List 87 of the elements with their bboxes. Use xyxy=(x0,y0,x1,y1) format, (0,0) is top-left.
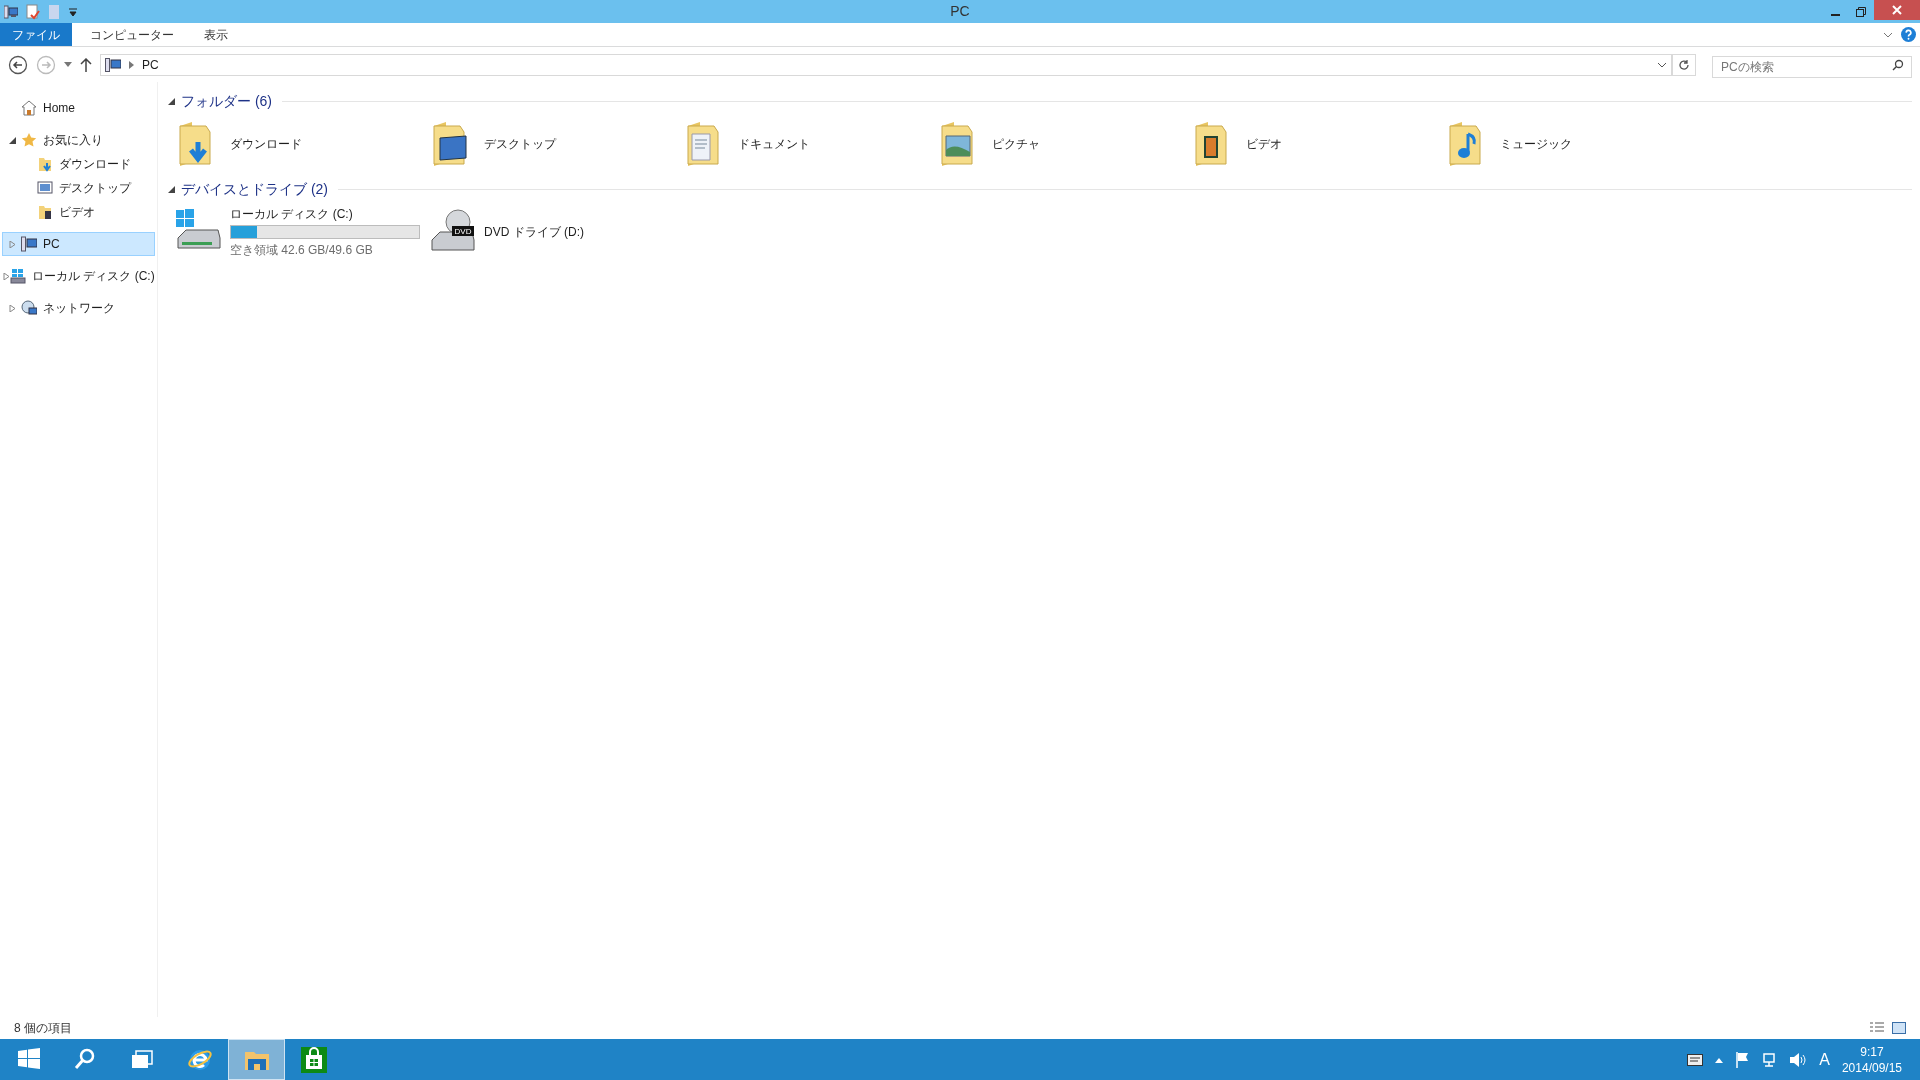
folder-label: ダウンロード xyxy=(230,136,302,153)
refresh-button[interactable] xyxy=(1672,53,1696,76)
folder-icon xyxy=(37,204,53,220)
group-header[interactable]: フォルダー (6) xyxy=(181,90,272,112)
help-icon[interactable] xyxy=(1901,27,1916,42)
ribbon-tab[interactable]: コンピューター xyxy=(78,23,186,46)
nav-label: お気に入り xyxy=(43,132,103,149)
close-icon xyxy=(1892,5,1902,15)
expand-icon[interactable] xyxy=(8,304,16,312)
item-tile[interactable]: ローカル ディスク (C:) 空き領域 42.6 GB/49.6 GB xyxy=(168,204,422,260)
history-dropdown-icon[interactable] xyxy=(1657,60,1667,69)
group-header[interactable]: デバイスとドライブ (2) xyxy=(181,178,328,200)
nav-label: ビデオ xyxy=(59,204,95,221)
item-count: 8 個の項目 xyxy=(14,1020,72,1037)
free-space-label: 空き領域 42.6 GB/49.6 GB xyxy=(230,242,374,259)
globe-icon xyxy=(21,300,37,316)
nav-label: Home xyxy=(43,100,75,117)
chevron-up-icon[interactable] xyxy=(1715,1056,1724,1063)
back-icon[interactable] xyxy=(8,54,28,75)
clock[interactable]: 9:17 2014/09/15 xyxy=(1841,1043,1902,1076)
nav-item[interactable]: ビデオ xyxy=(2,200,155,224)
shopping-bag-icon xyxy=(300,1046,327,1073)
ribbon-tab[interactable]: ファイル xyxy=(0,23,72,46)
item-tile[interactable]: ビデオ xyxy=(1184,116,1438,172)
item-tile[interactable]: ダウンロード xyxy=(168,116,422,172)
nav-item[interactable]: ダウンロード xyxy=(2,152,155,176)
folder-label: ピクチャ xyxy=(992,136,1040,153)
nav-item[interactable]: Home xyxy=(2,96,155,120)
minimize-icon xyxy=(1830,14,1840,16)
nav-label: ダウンロード xyxy=(59,156,131,173)
drive-icon xyxy=(10,268,26,284)
ribbon-tab[interactable]: 表示 xyxy=(192,23,240,46)
large-icons-view-icon[interactable] xyxy=(1892,1022,1906,1034)
network-icon[interactable] xyxy=(1761,1051,1778,1068)
collapse-icon[interactable] xyxy=(168,185,175,193)
message-icon[interactable] xyxy=(1687,1053,1704,1066)
star-icon xyxy=(21,132,37,148)
folder-label: ビデオ xyxy=(1246,136,1282,153)
folder-label: ミュージック xyxy=(1500,136,1572,153)
close-button[interactable] xyxy=(1874,0,1920,20)
folder-icon xyxy=(37,156,53,172)
expand-icon[interactable] xyxy=(8,240,16,248)
nav-label: PC xyxy=(43,236,60,253)
address-bar[interactable]: PC xyxy=(100,53,1672,76)
window-title: PC xyxy=(950,2,970,21)
taskbar-button[interactable] xyxy=(228,1039,285,1080)
nav-label: デスクトップ xyxy=(59,180,131,197)
dropdown-icon[interactable] xyxy=(68,6,78,17)
recent-dropdown-icon[interactable] xyxy=(64,61,72,68)
folder-label: ドキュメント xyxy=(738,136,810,153)
ime-indicator[interactable]: A xyxy=(1819,1047,1830,1072)
dvd-label: DVD xyxy=(454,227,472,236)
nav-item[interactable]: ローカル ディスク (C:) xyxy=(2,264,155,288)
details-view-icon[interactable] xyxy=(1870,1022,1884,1034)
nav-item[interactable]: デスクトップ xyxy=(2,176,155,200)
nav-item[interactable]: ネットワーク xyxy=(2,296,155,320)
nav-label: ローカル ディスク (C:) xyxy=(32,268,155,285)
chevron-down-icon[interactable] xyxy=(1883,30,1893,39)
computer-icon xyxy=(105,57,121,72)
expand-icon[interactable] xyxy=(3,272,10,280)
breadcrumb[interactable]: PC xyxy=(142,55,159,74)
computer-icon[interactable] xyxy=(4,4,18,19)
item-tile[interactable]: DVD DVD ドライブ (D:) xyxy=(422,204,676,260)
collapse-icon[interactable] xyxy=(8,136,16,144)
flag-icon[interactable] xyxy=(1735,1051,1750,1068)
desktop-icon xyxy=(37,180,53,196)
drive-label: ローカル ディスク (C:) xyxy=(230,206,354,223)
item-tile[interactable]: ミュージック xyxy=(1438,116,1692,172)
folder-label: デスクトップ xyxy=(484,136,556,153)
nav-item[interactable]: PC xyxy=(2,232,155,256)
collapse-icon[interactable] xyxy=(168,97,175,105)
speaker-icon[interactable] xyxy=(1789,1051,1808,1068)
item-tile[interactable]: デスクトップ xyxy=(422,116,676,172)
up-arrow-icon[interactable] xyxy=(80,57,92,72)
search-field[interactable]: PCの検索 xyxy=(1712,55,1912,78)
restore-icon xyxy=(1856,6,1866,17)
item-tile[interactable]: ドキュメント xyxy=(676,116,930,172)
search-icon xyxy=(1892,58,1904,71)
computer-icon xyxy=(21,236,37,252)
properties-icon[interactable] xyxy=(26,3,40,20)
home-icon xyxy=(21,100,37,116)
nav-label: ネットワーク xyxy=(43,300,115,317)
breadcrumb-arrow-icon[interactable] xyxy=(129,60,134,69)
refresh-icon xyxy=(1678,58,1690,71)
item-tile[interactable]: ピクチャ xyxy=(930,116,1184,172)
nav-item[interactable]: お気に入り xyxy=(2,128,155,152)
drive-label: DVD ドライブ (D:) xyxy=(484,224,584,241)
